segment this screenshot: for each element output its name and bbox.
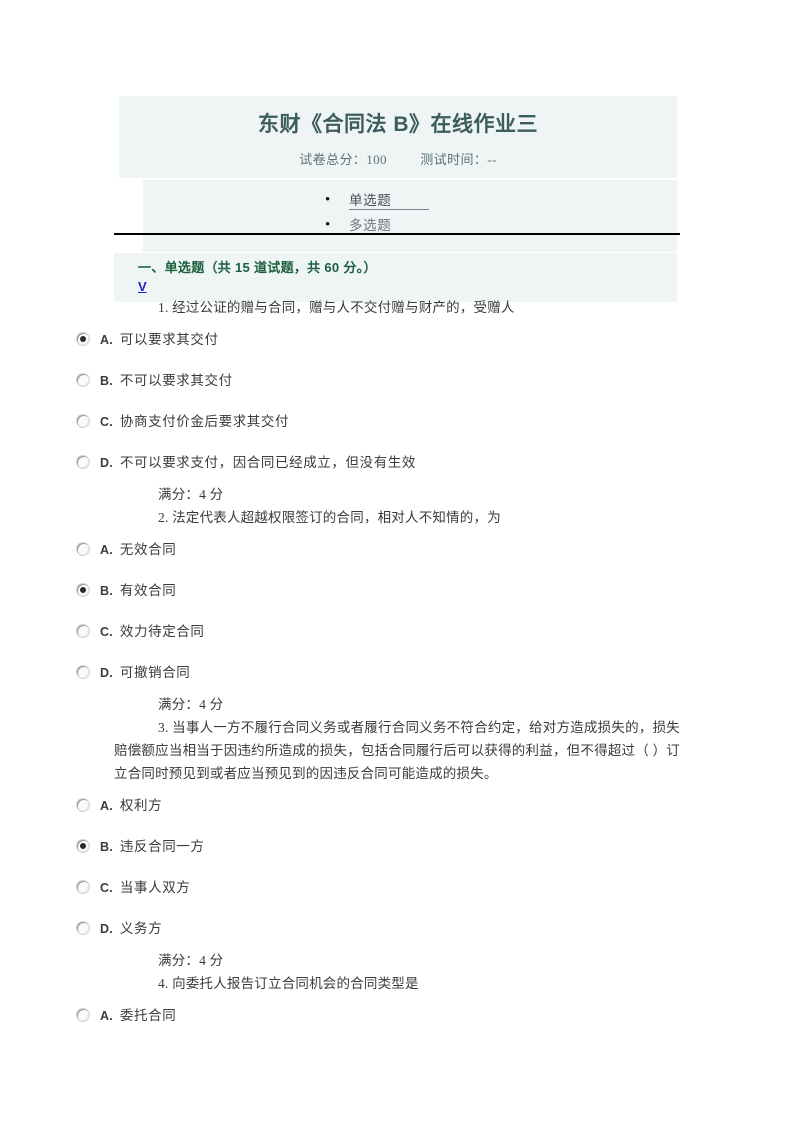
option-label: 权利方 [119, 798, 163, 813]
radio-selected-dot-icon [80, 587, 86, 593]
radio-button-icon[interactable] [77, 922, 89, 934]
option-label: 协商支付价金后要求其交付 [119, 414, 290, 429]
option-row[interactable]: C. 当事人双方 [0, 867, 793, 908]
option-letter: D. [100, 666, 113, 680]
nav-item-single-choice[interactable]: 单选题 [143, 188, 677, 213]
header-divider [114, 233, 680, 235]
option-letter: A. [100, 543, 113, 557]
radio-button-icon[interactable] [77, 456, 89, 468]
radio-selected-dot-icon [80, 843, 86, 849]
option-label: 可以要求其交付 [119, 332, 219, 347]
option-label: 违反合同一方 [119, 839, 205, 854]
radio-button-icon[interactable] [77, 881, 89, 893]
option-row[interactable]: D. 义务方 [0, 908, 793, 949]
total-score-label: 试卷总分：100 [299, 152, 387, 168]
option-letter: C. [100, 881, 113, 895]
radio-button-icon[interactable] [77, 799, 89, 811]
option-row[interactable]: B. 违反合同一方 [0, 826, 793, 867]
option-letter: C. [100, 415, 113, 429]
option-label: 委托合同 [119, 1008, 177, 1023]
option-label: 不可以要求其交付 [119, 373, 233, 388]
option-row[interactable]: D. 不可以要求支付，因合同已经成立，但没有生效 [0, 442, 793, 483]
exam-header: 东财《合同法 B》在线作业三 试卷总分：100 测试时间：-- 单选题 多选题 [119, 96, 677, 253]
question-score: 满分：4 分 [158, 487, 224, 502]
question-text: 4. 向委托人报告订立合同机会的合同类型是 [158, 976, 419, 991]
option-letter: D. [100, 456, 113, 470]
option-letter: C. [100, 625, 113, 639]
test-time-label: 测试时间：-- [420, 152, 497, 168]
radio-selected-dot-icon [80, 336, 86, 342]
option-letter: A. [100, 333, 113, 347]
exam-page: 东财《合同法 B》在线作业三 试卷总分：100 测试时间：-- 单选题 多选题 … [0, 0, 793, 1122]
radio-button-icon[interactable] [77, 415, 89, 427]
option-row[interactable]: A. 无效合同 [0, 529, 793, 570]
option-label: 有效合同 [119, 583, 177, 598]
option-row[interactable]: B. 有效合同 [0, 570, 793, 611]
exam-meta: 试卷总分：100 测试时间：-- [119, 149, 677, 168]
option-label: 义务方 [119, 921, 163, 936]
section-anchor-link[interactable]: V [138, 278, 147, 295]
radio-button-icon[interactable] [77, 625, 89, 637]
question-text: 2. 法定代表人超越权限签订的合同，相对人不知情的，为 [158, 510, 501, 525]
question-text: 1. 经过公证的赠与合同，赠与人不交付赠与财产的，受赠人 [158, 300, 515, 315]
option-row[interactable]: D. 可撤销合同 [0, 652, 793, 693]
radio-button-icon[interactable] [77, 666, 89, 678]
exam-nav-band: 单选题 多选题 [143, 180, 677, 253]
question-score: 满分：4 分 [158, 697, 224, 712]
option-row[interactable]: A. 委托合同 [0, 995, 793, 1036]
radio-button-icon[interactable] [77, 374, 89, 386]
option-label: 无效合同 [119, 542, 177, 557]
page-title: 东财《合同法 B》在线作业三 [258, 113, 538, 136]
exam-header-top: 东财《合同法 B》在线作业三 试卷总分：100 测试时间：-- [119, 96, 677, 179]
option-row[interactable]: B. 不可以要求其交付 [0, 360, 793, 401]
questions-container: 1. 经过公证的赠与合同，赠与人不交付赠与财产的，受赠人 A. 可以要求其交付 B… [0, 296, 793, 1036]
option-label: 效力待定合同 [119, 624, 205, 639]
radio-button-icon[interactable] [77, 1009, 89, 1021]
option-letter: D. [100, 922, 113, 936]
option-label: 不可以要求支付，因合同已经成立，但没有生效 [119, 455, 417, 470]
option-letter: A. [100, 1009, 113, 1023]
option-letter: B. [100, 374, 113, 388]
question-type-nav: 单选题 多选题 [143, 188, 677, 238]
section-header: 一、单选题（共 15 道试题，共 60 分。） V [114, 253, 677, 302]
option-row[interactable]: C. 协商支付价金后要求其交付 [0, 401, 793, 442]
radio-button-icon[interactable] [77, 840, 89, 852]
option-row[interactable]: A. 权利方 [0, 785, 793, 826]
radio-button-icon[interactable] [77, 584, 89, 596]
option-label: 当事人双方 [119, 880, 191, 895]
option-letter: A. [100, 799, 113, 813]
option-letter: B. [100, 840, 113, 854]
option-letter: B. [100, 584, 113, 598]
option-row[interactable]: A. 可以要求其交付 [0, 319, 793, 360]
question-text: 3. 当事人一方不履行合同义务或者履行合同义务不符合约定，给对方造成损失的，损失… [114, 720, 680, 781]
option-label: 可撤销合同 [119, 665, 191, 680]
section-heading: 一、单选题（共 15 道试题，共 60 分。） [138, 260, 377, 275]
nav-link-single-choice[interactable]: 单选题 [349, 193, 430, 211]
radio-button-icon[interactable] [77, 543, 89, 555]
radio-button-icon[interactable] [77, 333, 89, 345]
question-score: 满分：4 分 [158, 953, 224, 968]
option-row[interactable]: C. 效力待定合同 [0, 611, 793, 652]
